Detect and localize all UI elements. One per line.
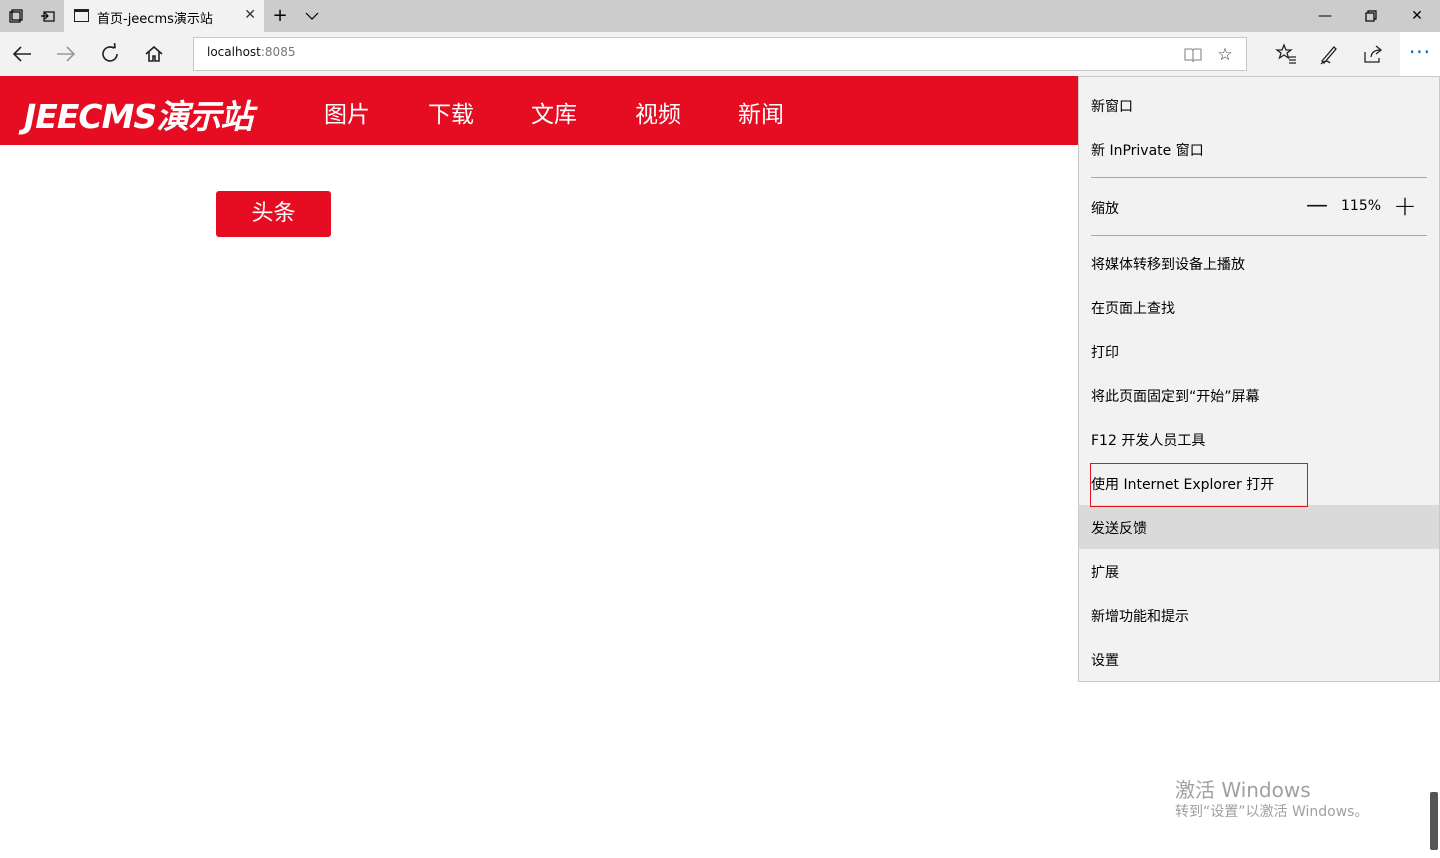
set-tabs-aside-icon[interactable] [40, 8, 56, 24]
site-nav-pictures[interactable]: 图片 [324, 95, 370, 129]
menu-item-whats-new[interactable]: 新增功能和提示 [1079, 593, 1439, 637]
menu-item-new-inprivate-window[interactable]: 新 InPrivate 窗口 [1079, 127, 1439, 171]
menu-item-print[interactable]: 打印 [1079, 329, 1439, 373]
more-actions-menu: 新窗口 新 InPrivate 窗口 缩放 — 115% + 将媒体转移到设备上… [1078, 76, 1440, 682]
share-icon[interactable] [1357, 38, 1389, 70]
zoom-level: 115% [1341, 198, 1382, 214]
activate-windows-title: 激活 Windows [1175, 778, 1311, 802]
menu-item-cast-media[interactable]: 将媒体转移到设备上播放 [1079, 241, 1439, 285]
reading-view-icon[interactable] [1182, 44, 1204, 66]
navigation-bar: localhost:8085 ☆ ··· [0, 32, 1440, 76]
headline-button[interactable]: 头条 [216, 191, 331, 237]
scrollbar-thumb[interactable] [1430, 792, 1438, 850]
site-nav-news[interactable]: 新闻 [738, 95, 784, 129]
highlight-box [1090, 463, 1308, 507]
restore-button[interactable] [1348, 0, 1394, 32]
menu-item-new-window[interactable]: 新窗口 [1079, 83, 1439, 127]
zoom-in-icon[interactable]: + [1392, 192, 1418, 220]
favorite-star-icon[interactable]: ☆ [1214, 44, 1236, 66]
close-window-button[interactable]: ✕ [1394, 0, 1440, 32]
menu-item-settings[interactable]: 设置 [1079, 637, 1439, 681]
site-nav-videos[interactable]: 视频 [635, 95, 681, 129]
new-tab-icon[interactable]: + [272, 7, 288, 25]
browser-tab[interactable]: 首页-jeecms演示站 ✕ [64, 0, 264, 32]
web-note-pen-icon[interactable] [1313, 38, 1345, 70]
more-actions-button[interactable]: ··· [1400, 32, 1440, 76]
page-icon [74, 9, 89, 22]
favorites-hub-icon[interactable] [1270, 38, 1302, 70]
minimize-button[interactable]: — [1302, 0, 1348, 32]
zoom-label: 缩放 [1091, 201, 1119, 217]
menu-separator [1091, 235, 1427, 236]
activate-windows-subtitle: 转到“设置”以激活 Windows。 [1175, 804, 1369, 820]
site-nav-downloads[interactable]: 下载 [428, 95, 474, 129]
zoom-out-icon[interactable]: — [1305, 195, 1329, 219]
address-bar[interactable]: localhost:8085 ☆ [193, 37, 1247, 71]
back-arrow-icon[interactable] [6, 38, 38, 70]
menu-zoom-row: 缩放 — 115% + [1079, 185, 1439, 229]
tabs-aside-icon[interactable] [8, 8, 24, 24]
menu-separator [1091, 177, 1427, 178]
home-icon[interactable] [138, 38, 170, 70]
menu-item-extensions[interactable]: 扩展 [1079, 549, 1439, 593]
site-logo[interactable]: JEECMS演示站 [24, 90, 253, 138]
menu-item-pin-to-start[interactable]: 将此页面固定到“开始”屏幕 [1079, 373, 1439, 417]
refresh-icon[interactable] [94, 38, 126, 70]
site-nav-library[interactable]: 文库 [531, 95, 577, 129]
tab-preview-chevron-icon[interactable] [304, 8, 320, 24]
menu-item-find-on-page[interactable]: 在页面上查找 [1079, 285, 1439, 329]
forward-arrow-icon[interactable] [50, 38, 82, 70]
title-bar: 首页-jeecms演示站 ✕ + — ✕ [0, 0, 1440, 32]
tab-title: 首页-jeecms演示站 [97, 12, 213, 27]
address-text: localhost:8085 [207, 45, 296, 59]
menu-item-dev-tools[interactable]: F12 开发人员工具 [1079, 417, 1439, 461]
close-tab-icon[interactable]: ✕ [244, 7, 256, 23]
menu-item-send-feedback[interactable]: 发送反馈 [1079, 505, 1439, 549]
